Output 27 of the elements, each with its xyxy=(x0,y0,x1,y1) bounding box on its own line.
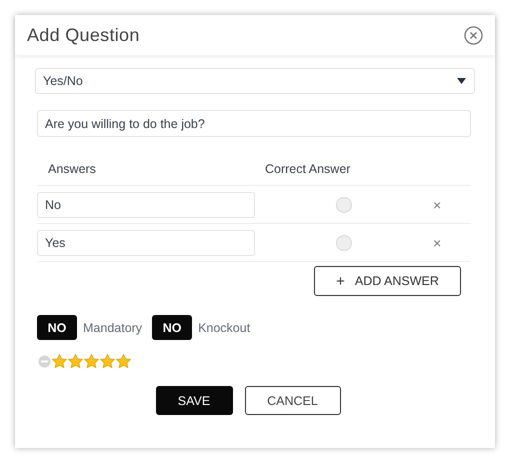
save-button[interactable]: SAVE xyxy=(156,386,232,415)
toggle-label: Mandatory xyxy=(83,320,142,334)
column-header: Answers xyxy=(48,162,97,176)
add-answer-button[interactable]: + ADD ANSWER xyxy=(314,266,461,296)
cancel-button[interactable]: CANCEL xyxy=(244,386,340,415)
star-icon[interactable] xyxy=(116,354,131,368)
caret-icon xyxy=(457,78,466,84)
answer-field[interactable]: Yes xyxy=(37,230,255,256)
star-icon[interactable] xyxy=(52,354,67,368)
question-field[interactable]: Are you willing to do the job? xyxy=(37,110,471,137)
star-icon[interactable] xyxy=(100,354,115,368)
question-type-dropdown[interactable]: Yes/No xyxy=(35,68,475,94)
correct-answer-radio[interactable] xyxy=(336,234,352,250)
answer-field[interactable]: No xyxy=(37,192,255,218)
star-rating[interactable] xyxy=(52,354,131,368)
remove-answer-button[interactable]: × xyxy=(433,196,442,212)
dialog-title: Add Question xyxy=(27,24,140,46)
clear-rating-icon[interactable] xyxy=(38,354,51,368)
correct-answer-radio[interactable] xyxy=(336,196,352,212)
toggle-label: Knockout xyxy=(198,320,250,334)
remove-answer-button[interactable]: × xyxy=(433,234,442,250)
star-icon[interactable] xyxy=(84,354,99,368)
toggle-switch[interactable]: NO xyxy=(152,315,192,340)
close-icon[interactable] xyxy=(464,26,483,44)
toggle-switch[interactable]: NO xyxy=(37,315,77,340)
column-header: Correct Answer xyxy=(265,162,350,176)
star-icon[interactable] xyxy=(68,354,83,368)
